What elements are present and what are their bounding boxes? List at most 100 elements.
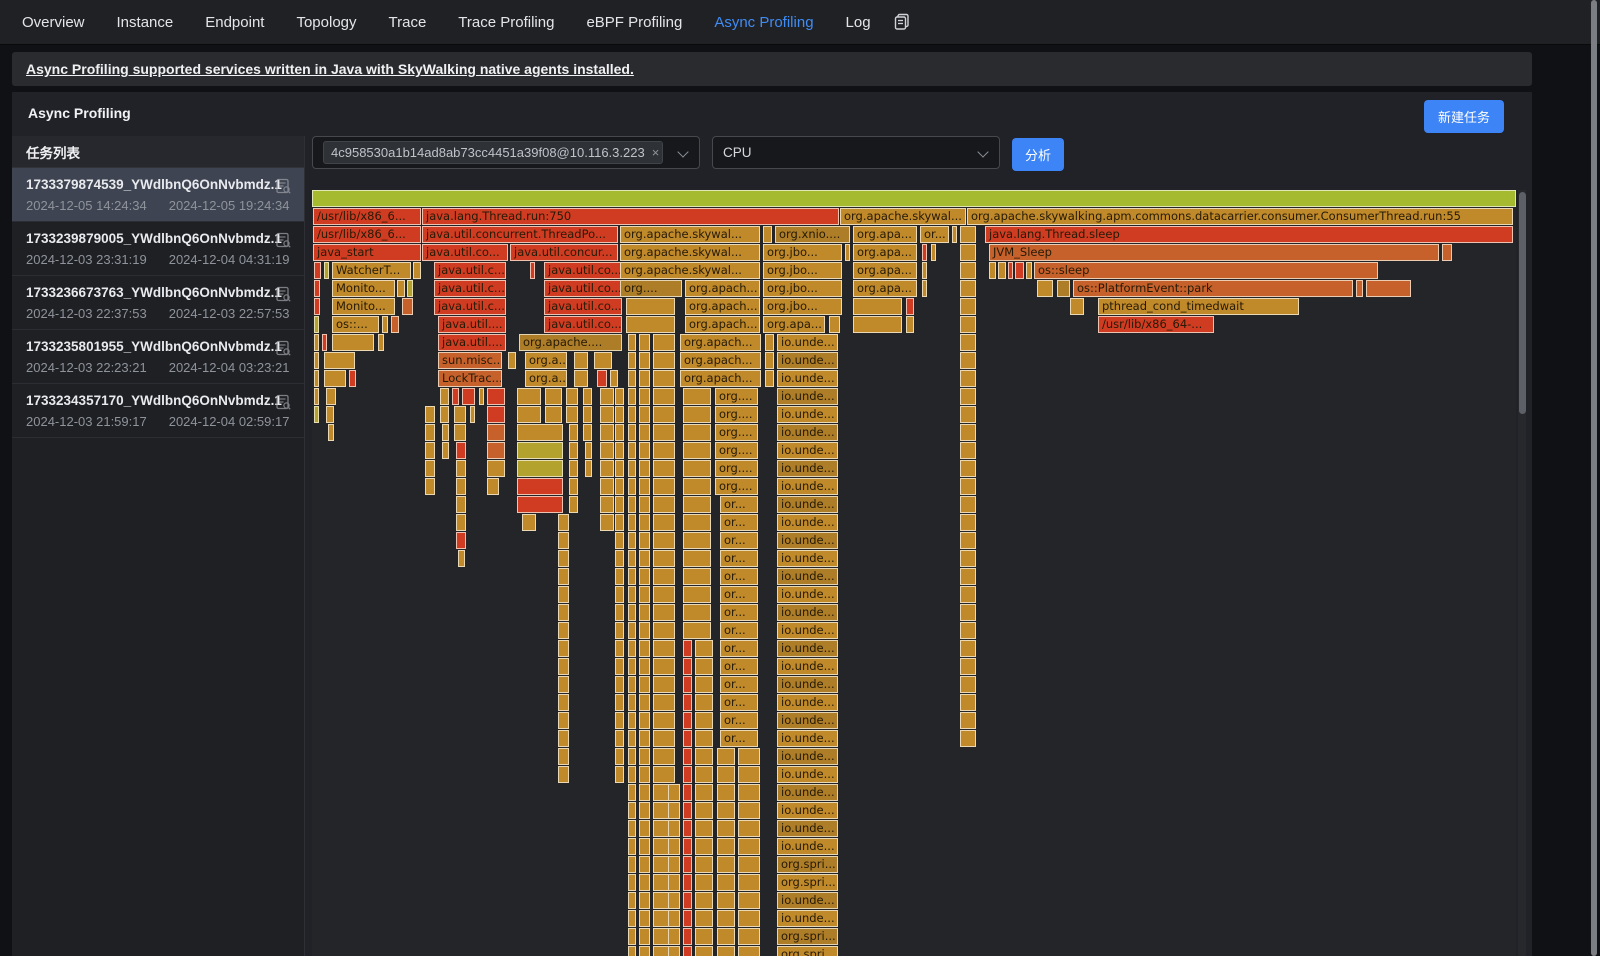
flame-cell[interactable]: io.unde... bbox=[777, 352, 838, 369]
flame-cell[interactable] bbox=[717, 838, 735, 855]
flame-cell[interactable]: org.xnio.... bbox=[775, 226, 850, 243]
flame-cell[interactable]: io.unde... bbox=[777, 388, 838, 405]
flame-cell[interactable]: org.spri... bbox=[777, 874, 838, 891]
flame-cell[interactable] bbox=[558, 748, 569, 765]
flame-cell[interactable] bbox=[600, 406, 614, 423]
flame-cell[interactable]: java.util.concur... bbox=[510, 244, 618, 261]
flame-cell[interactable]: io.unde... bbox=[777, 640, 838, 657]
flame-cell[interactable]: org.apa... bbox=[763, 316, 825, 333]
flame-cell[interactable] bbox=[845, 244, 850, 261]
flame-cell[interactable]: io.unde... bbox=[777, 910, 838, 927]
flame-cell[interactable] bbox=[960, 730, 976, 747]
flame-cell[interactable]: java.util.co... bbox=[544, 280, 622, 297]
flame-cell[interactable] bbox=[653, 748, 675, 765]
flame-cell[interactable] bbox=[314, 280, 320, 297]
flame-cell[interactable] bbox=[397, 280, 405, 297]
flame-cell[interactable] bbox=[456, 460, 466, 477]
flame-cell[interactable]: or... bbox=[720, 550, 758, 567]
flame-cell[interactable]: or... bbox=[720, 496, 758, 513]
flame-cell[interactable] bbox=[653, 622, 675, 639]
flame-cell[interactable] bbox=[829, 316, 840, 333]
flame-cell[interactable] bbox=[639, 748, 650, 765]
flame-cell[interactable] bbox=[324, 370, 346, 387]
flame-cell[interactable] bbox=[583, 424, 592, 441]
flame-cell[interactable] bbox=[628, 694, 636, 711]
flame-cell[interactable] bbox=[653, 712, 675, 729]
flame-cell[interactable] bbox=[639, 478, 650, 495]
flame-cell[interactable] bbox=[952, 226, 957, 243]
flame-cell[interactable] bbox=[683, 694, 692, 711]
flame-cell[interactable] bbox=[922, 262, 927, 279]
flame-cell[interactable] bbox=[695, 766, 713, 783]
flame-cell[interactable] bbox=[960, 370, 976, 387]
flame-cell[interactable] bbox=[628, 388, 636, 405]
flame-cell[interactable] bbox=[653, 604, 675, 621]
flame-cell[interactable]: org.jbo... bbox=[763, 280, 842, 297]
flame-cell[interactable] bbox=[558, 694, 569, 711]
inspect-task-icon[interactable] bbox=[275, 394, 292, 411]
flame-cell[interactable]: java.util.co... bbox=[544, 298, 622, 315]
flame-cell[interactable] bbox=[628, 550, 636, 567]
flame-cell[interactable] bbox=[639, 352, 650, 369]
flame-cell[interactable]: org.apache.skywal... bbox=[620, 244, 760, 261]
flame-cell[interactable] bbox=[683, 442, 711, 459]
flame-cell[interactable]: java.util.... bbox=[438, 316, 506, 333]
flame-cell[interactable]: Monito... bbox=[332, 298, 395, 315]
flame-cell[interactable] bbox=[626, 298, 675, 315]
flame-cell[interactable] bbox=[517, 442, 563, 459]
flame-cell[interactable] bbox=[402, 298, 413, 315]
flame-cell[interactable] bbox=[425, 406, 435, 423]
flame-cell[interactable] bbox=[717, 748, 735, 765]
flame-cell[interactable] bbox=[1015, 262, 1024, 279]
flame-cell[interactable]: WatcherT... bbox=[332, 262, 411, 279]
flame-cell[interactable] bbox=[695, 910, 713, 927]
flame-cell[interactable]: or... bbox=[720, 640, 758, 657]
flame-cell[interactable] bbox=[314, 316, 319, 333]
flame-cell[interactable] bbox=[615, 730, 624, 747]
flame-cell[interactable] bbox=[989, 262, 996, 279]
flame-cell[interactable]: io.unde... bbox=[777, 334, 838, 351]
flame-cell[interactable]: java.util.... bbox=[438, 334, 506, 351]
flame-cell[interactable]: io.unde... bbox=[777, 784, 838, 801]
flame-cell[interactable] bbox=[998, 262, 1006, 279]
flame-cell[interactable] bbox=[683, 550, 711, 567]
flame-cell[interactable] bbox=[314, 406, 319, 423]
flame-cell[interactable] bbox=[960, 622, 976, 639]
flame-cell[interactable] bbox=[597, 370, 607, 387]
flame-cell[interactable] bbox=[615, 676, 624, 693]
flame-cell[interactable] bbox=[615, 406, 624, 423]
flame-cell[interactable] bbox=[615, 550, 624, 567]
remove-tag-icon[interactable]: × bbox=[652, 145, 660, 160]
flame-cell[interactable] bbox=[738, 874, 760, 891]
flame-cell[interactable]: /usr/lib/x86_6... bbox=[313, 208, 421, 225]
flame-cell[interactable] bbox=[454, 406, 466, 423]
flame-cell[interactable] bbox=[960, 532, 976, 549]
flame-cell[interactable]: io.unde... bbox=[777, 514, 838, 531]
flame-cell[interactable] bbox=[653, 370, 675, 387]
flame-cell[interactable] bbox=[1366, 280, 1411, 297]
flame-cell[interactable]: org.apach... bbox=[685, 316, 760, 333]
pages-icon[interactable] bbox=[893, 13, 911, 31]
flame-cell[interactable] bbox=[738, 856, 760, 873]
flame-cell[interactable] bbox=[639, 838, 650, 855]
flame-cell[interactable] bbox=[653, 568, 675, 585]
flame-cell[interactable] bbox=[683, 514, 711, 531]
flame-cell[interactable] bbox=[931, 244, 936, 261]
new-task-button[interactable]: 新建任务 bbox=[1424, 100, 1504, 133]
flame-cell[interactable] bbox=[628, 640, 636, 657]
flame-cell[interactable] bbox=[922, 280, 927, 297]
flame-cell[interactable] bbox=[695, 946, 713, 956]
flame-cell[interactable] bbox=[668, 946, 680, 956]
flame-cell[interactable] bbox=[960, 262, 976, 279]
flame-cell[interactable] bbox=[738, 802, 760, 819]
flame-cell[interactable] bbox=[765, 334, 774, 351]
flame-cell[interactable]: or... bbox=[720, 586, 758, 603]
flame-cell[interactable] bbox=[668, 892, 680, 909]
flame-cell[interactable] bbox=[683, 766, 692, 783]
flame-cell[interactable] bbox=[683, 478, 711, 495]
flame-cell[interactable] bbox=[628, 730, 636, 747]
flame-cell[interactable] bbox=[487, 478, 499, 495]
flame-cell[interactable] bbox=[639, 568, 650, 585]
flame-cell[interactable] bbox=[458, 550, 465, 567]
flame-cell[interactable] bbox=[530, 262, 535, 279]
